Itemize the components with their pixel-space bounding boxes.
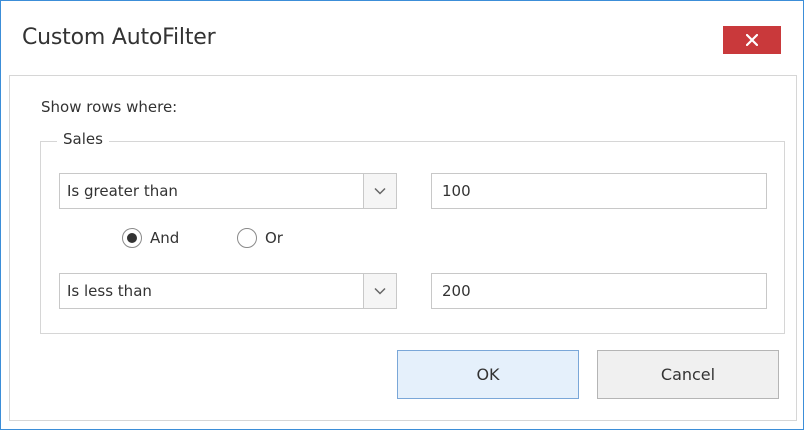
operator1-dropdown-button[interactable] bbox=[363, 174, 396, 208]
or-radio-label: Or bbox=[265, 229, 283, 247]
chevron-down-icon bbox=[374, 187, 386, 195]
operator1-value: Is greater than bbox=[67, 182, 178, 200]
value2-input[interactable]: 200 bbox=[431, 273, 767, 309]
cancel-button[interactable]: Cancel bbox=[597, 350, 779, 399]
operator2-combobox[interactable]: Is less than bbox=[59, 273, 397, 309]
operator2-value: Is less than bbox=[67, 282, 152, 300]
sales-group-box: Sales Is greater than 100 And Or Is less… bbox=[40, 130, 785, 334]
operator1-combobox[interactable]: Is greater than bbox=[59, 173, 397, 209]
value1-text: 100 bbox=[442, 182, 471, 200]
group-label: Sales bbox=[57, 130, 109, 148]
dialog-client-area: Show rows where: Sales Is greater than 1… bbox=[9, 75, 797, 421]
or-radio[interactable]: Or bbox=[237, 228, 283, 248]
prompt-label: Show rows where: bbox=[41, 98, 178, 116]
and-radio-circle bbox=[122, 228, 142, 248]
ok-button[interactable]: OK bbox=[397, 350, 579, 399]
value1-input[interactable]: 100 bbox=[431, 173, 767, 209]
and-radio[interactable]: And bbox=[122, 228, 179, 248]
value2-text: 200 bbox=[442, 282, 471, 300]
or-radio-circle bbox=[237, 228, 257, 248]
close-button[interactable] bbox=[723, 26, 781, 54]
close-icon bbox=[746, 34, 758, 46]
custom-autofilter-dialog: Custom AutoFilter Show rows where: Sales… bbox=[0, 0, 804, 430]
chevron-down-icon bbox=[374, 287, 386, 295]
radio-selected-dot bbox=[127, 233, 137, 243]
and-radio-label: And bbox=[150, 229, 180, 247]
dialog-title: Custom AutoFilter bbox=[22, 25, 216, 50]
operator2-dropdown-button[interactable] bbox=[363, 274, 396, 308]
